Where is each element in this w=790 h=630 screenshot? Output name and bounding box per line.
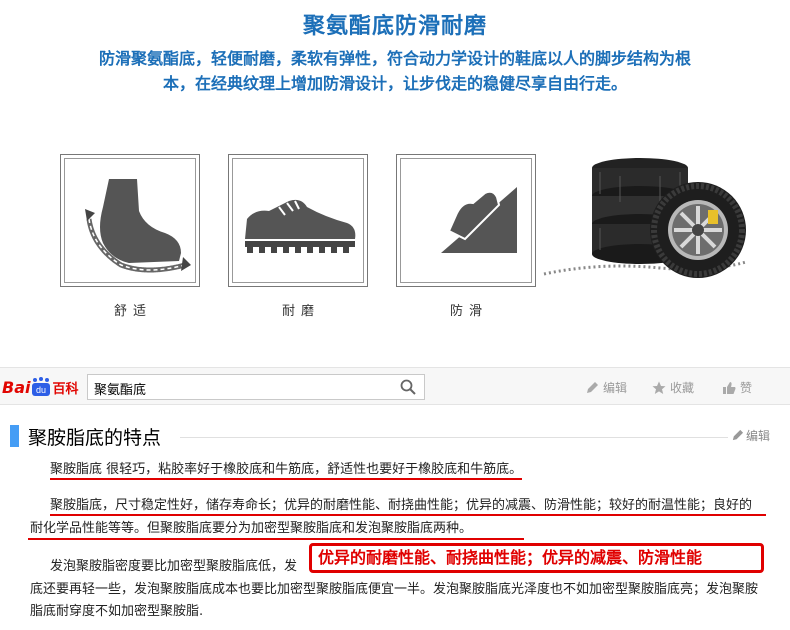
paragraph-3-line-2: 底还要再轻一些，发泡聚胺脂底成本也要比加密型聚胺脂底便宜一半。发泡聚胺脂底光泽度… <box>30 578 765 602</box>
promo-title: 聚氨酯底防滑耐磨 <box>302 14 487 39</box>
thumbs-up-icon <box>723 381 736 394</box>
logo-bai-text: Bai <box>2 377 31 397</box>
section-divider <box>180 437 728 438</box>
section-edit-link[interactable]: 编辑 <box>731 427 770 444</box>
feature-label-comfort: 舒适 <box>113 304 152 319</box>
promo-description-line-1: 防滑聚氨酯底，轻便耐磨，柔软有弹性，符合动力学设计的鞋底以人的脚步结构为根 <box>98 49 691 68</box>
shoe-sole-icon <box>245 199 356 253</box>
search-icon[interactable] <box>400 379 416 395</box>
feature-label-wear: 耐磨 <box>281 304 320 319</box>
paragraph-3-line-1-text: 发泡聚胺脂密度要比加密型聚胺脂底低，发 <box>50 559 298 574</box>
paw-icon: du <box>31 377 51 397</box>
paragraph-1-text: 聚胺脂底 很轻巧，粘胶率好于橡胶底和牛筋底，舒适性也要好于橡胶底和牛筋底。 <box>50 462 523 480</box>
paragraph-2-line-2-text: 耐化学品性能等等。但聚胺脂底要分为加密型聚胺脂底和发泡聚胺脂底两种。 <box>30 521 473 536</box>
logo-baike-text: 百科 <box>52 381 79 397</box>
favorite-button[interactable]: 收藏 <box>652 379 694 396</box>
like-button[interactable]: 赞 <box>722 379 752 396</box>
pencil-icon <box>732 429 744 441</box>
section-title: 聚胺脂底的特点 <box>28 427 162 449</box>
highlight-underline <box>28 538 524 540</box>
logo-du-text: du <box>36 385 46 395</box>
feature-card-wear <box>228 154 368 287</box>
feature-card-antislip <box>396 154 536 287</box>
tires-image <box>543 158 747 278</box>
section-header: 聚胺脂底的特点 编辑 <box>0 423 790 449</box>
baike-logo[interactable]: Bai du 百科 <box>2 376 79 398</box>
highlight-callout: 优异的耐磨性能、耐挠曲性能；优异的减震、防滑性能 <box>309 543 764 573</box>
section-edit-label: 编辑 <box>745 429 770 443</box>
paragraph-3-line-2-text: 底还要再轻一些，发泡聚胺脂底成本也要比加密型聚胺脂底便宜一半。发泡聚胺脂底光泽度… <box>30 582 759 597</box>
search-input-value: 聚氨酯底 <box>94 383 147 398</box>
promo-description: 防滑聚氨酯底，轻便耐磨，柔软有弹性，符合动力学设计的鞋底以人的脚步结构为根 本，… <box>45 46 745 96</box>
section-accent-bar <box>10 425 19 447</box>
edit-button-label: 编辑 <box>603 381 628 395</box>
edit-button[interactable]: 编辑 <box>585 379 627 396</box>
feature-label-antislip: 防滑 <box>449 304 488 319</box>
shoe-slope-icon <box>441 187 517 253</box>
like-button-label: 赞 <box>740 381 753 395</box>
paragraph-3-line-3-text: 脂底耐穿度不如加密型聚胺脂. <box>30 604 204 619</box>
baike-toolbar: Bai du 百科 聚氨酯底 编辑 收藏 赞 <box>0 367 790 405</box>
paragraph-2-line-1-text: 聚胺脂底，尺寸稳定性好，储存寿命长；优异的耐磨性能、耐挠曲性能；优异的减震、防滑… <box>50 498 753 513</box>
paragraph-3-line-3: 脂底耐穿度不如加密型聚胺脂. <box>30 600 765 624</box>
promo-description-line-2: 本，在经典纹理上增加防滑设计，让步伐走的稳健尽享自由行走。 <box>162 74 627 93</box>
highlight-underline <box>50 514 766 516</box>
star-icon <box>652 381 666 394</box>
pencil-icon <box>587 381 598 393</box>
feature-card-comfort <box>60 154 200 287</box>
paragraph-1: 聚胺脂底 很轻巧，粘胶率好于橡胶底和牛筋底，舒适性也要好于橡胶底和牛筋底。 <box>50 458 785 482</box>
foot-curve-icon <box>85 179 191 273</box>
search-input[interactable]: 聚氨酯底 <box>87 374 425 400</box>
favorite-button-label: 收藏 <box>670 381 695 395</box>
